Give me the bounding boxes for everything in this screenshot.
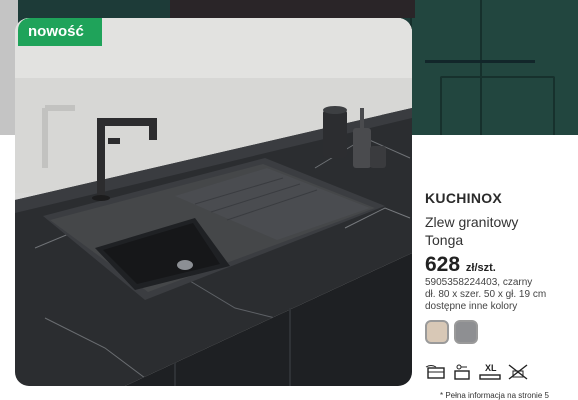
xl-label: XL [485, 363, 497, 373]
product-price: 628 zł/szt. [425, 253, 496, 277]
product-title: Zlew granitowy [425, 214, 519, 230]
feature-icons: XL [425, 363, 529, 381]
new-product-badge: nowość [18, 18, 102, 46]
color-swatches [425, 320, 478, 344]
background-shelf [170, 0, 415, 18]
spec-colors-available: dostępne inne kolory [425, 301, 518, 312]
spec-dimensions: dł. 80 x szer. 50 x gł. 19 cm [425, 289, 547, 300]
xl-size-icon: XL [477, 363, 503, 381]
oven-icon [451, 363, 473, 381]
drain-icon [507, 363, 529, 381]
product-model: Tonga [425, 232, 464, 248]
spec-ean-color: 5905358224403, czarny [425, 277, 533, 288]
dishwasher-icon [425, 363, 447, 381]
swatch-beige[interactable] [425, 320, 449, 344]
product-photo [15, 18, 412, 386]
swatch-grey[interactable] [454, 320, 478, 344]
price-value: 628 [425, 253, 461, 276]
cabinet-handle [425, 60, 535, 63]
price-unit: zł/szt. [465, 262, 496, 274]
product-specs: 5905358224403, czarny dł. 80 x szer. 50 … [425, 277, 575, 313]
footnote: * Pełna informacja na stronie 5 [440, 391, 549, 400]
brand-logo: KUCHINOX [425, 190, 503, 206]
cabinet-panel [440, 76, 555, 136]
